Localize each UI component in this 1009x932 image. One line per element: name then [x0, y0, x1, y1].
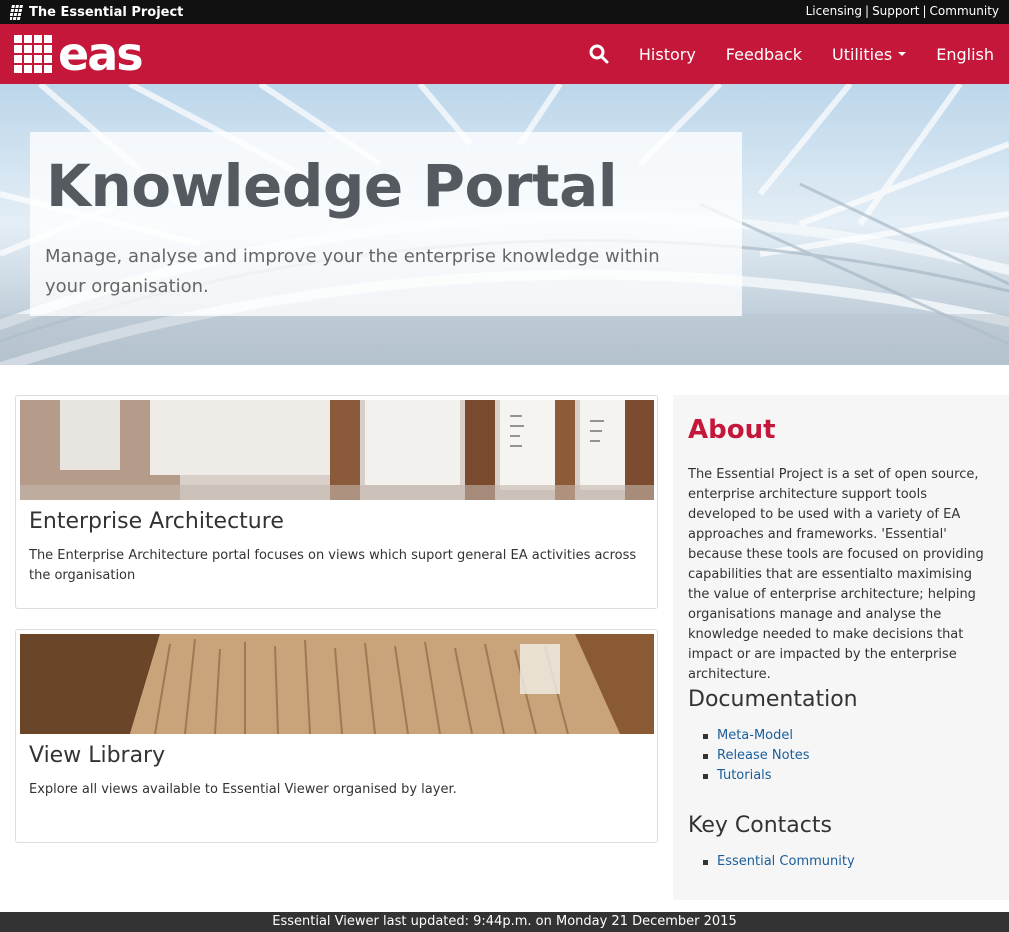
- essential-community-link[interactable]: Essential Community: [717, 854, 855, 869]
- eas-logo[interactable]: eas: [14, 27, 144, 81]
- top-bar: The Essential Project Licensing | Suppor…: [0, 0, 1009, 24]
- card-description: Explore all views available to Essential…: [29, 782, 457, 797]
- page-subtitle: Manage, analyse and improve your the ent…: [45, 246, 660, 297]
- brand[interactable]: The Essential Project: [10, 4, 183, 20]
- main-nav: History Feedback Utilities English: [574, 24, 1009, 84]
- enterprise-architecture-image: [20, 400, 654, 500]
- list-item: Essential Community: [703, 852, 855, 872]
- search-button[interactable]: [574, 24, 624, 84]
- licensing-link[interactable]: Licensing: [806, 4, 862, 18]
- documentation-list: Meta-Model Release Notes Tutorials: [703, 726, 809, 786]
- nav-language[interactable]: English: [921, 24, 1009, 84]
- nav-utilities-label: Utilities: [832, 44, 893, 64]
- sidebar: About The Essential Project is a set of …: [673, 395, 1009, 900]
- key-contacts-heading: Key Contacts: [688, 813, 832, 838]
- link-separator: |: [865, 4, 870, 18]
- nav-utilities[interactable]: Utilities: [817, 24, 921, 84]
- hero-panel: Knowledge Portal Manage, analyse and imp…: [30, 132, 742, 316]
- link-separator: |: [922, 4, 927, 18]
- search-icon: [589, 44, 609, 64]
- card-title: View Library: [29, 743, 166, 768]
- essential-logo-icon: [10, 4, 23, 20]
- list-item: Release Notes: [703, 746, 809, 766]
- main-header: eas History Feedback Utilities English: [0, 24, 1009, 84]
- list-item: Tutorials: [703, 766, 809, 786]
- nav-history[interactable]: History: [624, 24, 711, 84]
- view-library-image: [20, 634, 654, 734]
- logo-grid-icon: [14, 35, 52, 73]
- documentation-heading: Documentation: [688, 687, 858, 712]
- nav-feedback[interactable]: Feedback: [711, 24, 817, 84]
- portal-card-view-library[interactable]: View Library Explore all views available…: [15, 629, 658, 843]
- footer: Essential Viewer last updated: 9:44p.m. …: [0, 912, 1009, 932]
- top-links: Licensing | Support | Community: [806, 4, 999, 18]
- release-notes-link[interactable]: Release Notes: [717, 748, 809, 763]
- community-link[interactable]: Community: [930, 4, 999, 18]
- support-link[interactable]: Support: [872, 4, 919, 18]
- about-heading: About: [688, 415, 776, 445]
- portal-card-enterprise-architecture[interactable]: Enterprise Architecture The Enterprise A…: [15, 395, 658, 609]
- card-title: Enterprise Architecture: [29, 509, 284, 534]
- caret-down-icon: [898, 52, 907, 56]
- page-title: Knowledge Portal: [46, 152, 618, 220]
- hero-banner: Knowledge Portal Manage, analyse and imp…: [0, 84, 1009, 365]
- brand-name: The Essential Project: [29, 4, 184, 20]
- list-item: Meta-Model: [703, 726, 809, 746]
- contacts-list: Essential Community: [703, 852, 855, 872]
- meta-model-link[interactable]: Meta-Model: [717, 728, 793, 743]
- tutorials-link[interactable]: Tutorials: [717, 768, 772, 783]
- about-text: The Essential Project is a set of open s…: [688, 467, 984, 682]
- card-description: The Enterprise Architecture portal focus…: [29, 548, 637, 583]
- logo-text: eas: [58, 27, 144, 81]
